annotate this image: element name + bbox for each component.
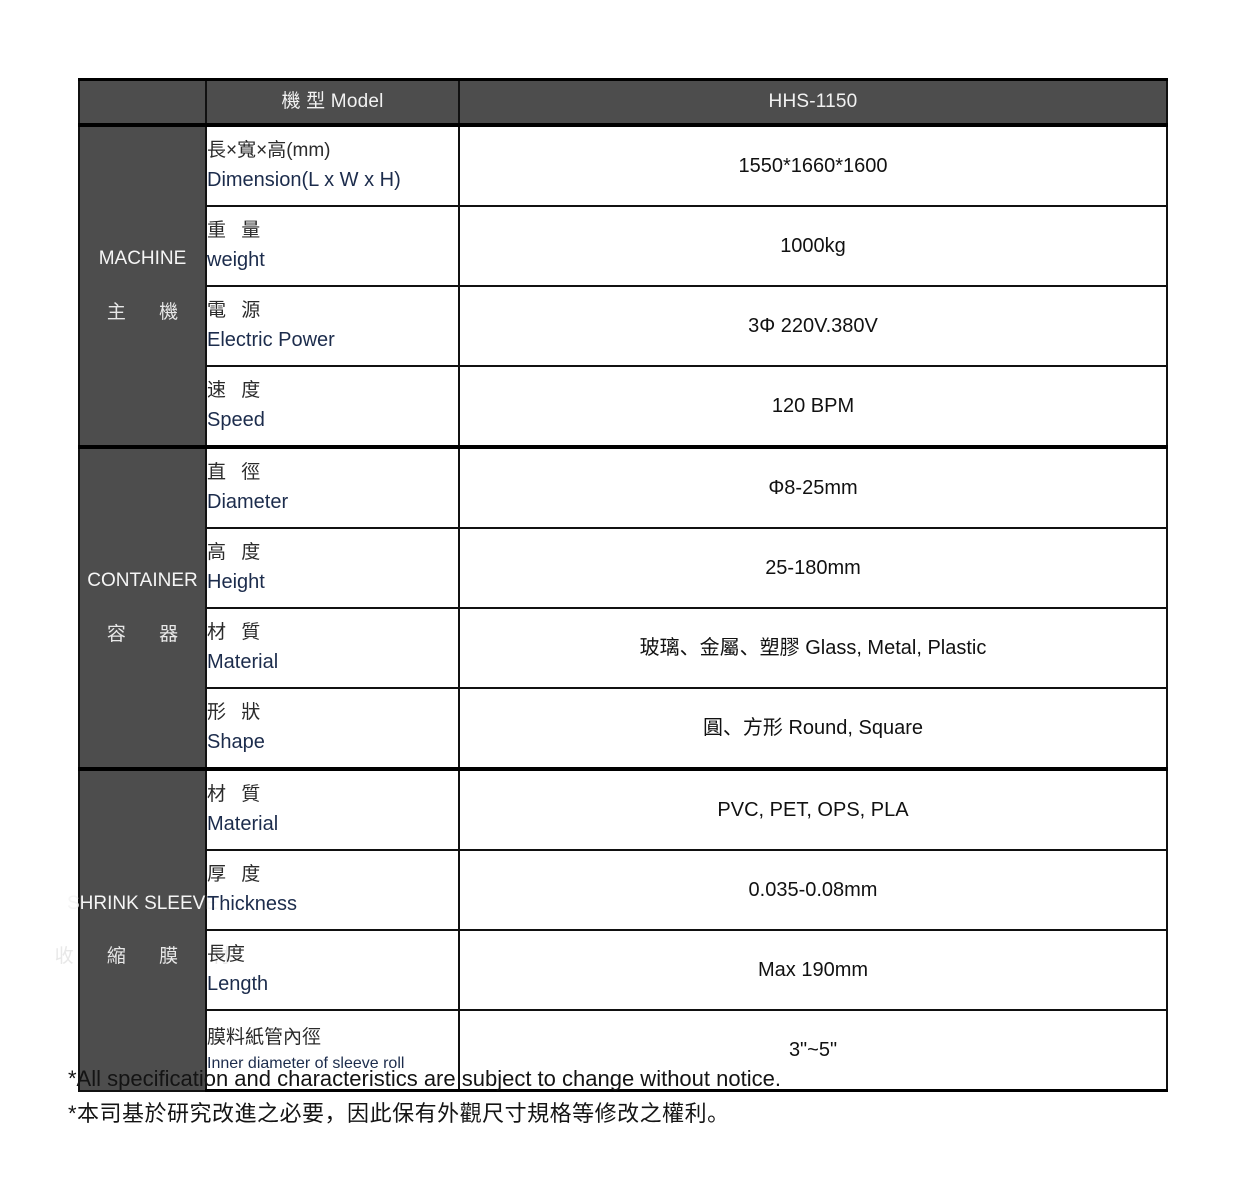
spec-value-cell: 1550*1660*1600 [458,123,1168,207]
spec-value-cell: Max 190mm [458,929,1168,1011]
group-label-zh: 容 器 [106,624,193,645]
group-label-en: CONTAINER [87,570,198,592]
spec-value-cell: 0.035-0.08mm [458,849,1168,931]
spec-name-en: weight [207,249,265,272]
table-row: 形 狀 Shape 圓、方形 Round, Square [79,687,1168,770]
spec-value-cell: PVC, PET, OPS, PLA [458,767,1168,851]
spec-name-cell: 厚 度 Thickness [205,849,460,931]
spec-name-en: Shape [207,731,265,754]
specification-sheet: 機 型 Model HHS-1150 MACHINE 主 機 長×寬×高(mm)… [0,0,1241,1203]
table-row: 速 度 Speed 120 BPM [79,365,1168,448]
spec-name-cell: 高 度 Height [205,527,460,609]
spec-name-en: Thickness [207,893,298,916]
spec-value-cell: 1000kg [458,205,1168,287]
footnote-chinese: *本司基於研究改進之必要，因此保有外觀尺寸規格等修改之權利。 [68,1101,730,1127]
table-row: 長度 Length Max 190mm [79,929,1168,1011]
spec-name-en: Dimension(L x W x H) [207,169,401,192]
spec-name-cell: 重 量 weight [205,205,460,287]
table-row: 重 量 weight 1000kg [79,205,1168,287]
spec-value: 玻璃、金屬、塑膠 Glass, Metal, Plastic [639,637,987,659]
table-row: CONTAINER 容 器 直 徑 Diameter Φ8-25mm [78,445,1168,770]
spec-name-zh: 長×寬×高(mm) [207,139,331,161]
header-model-value-cell: HHS-1150 [458,78,1168,126]
spec-value: 25-180mm [765,557,861,579]
spec-name-zh: 電 源 [207,299,266,321]
footnote-english: *All specification and characteristics a… [68,1066,781,1091]
table-row: 材 質 Material 玻璃、金屬、塑膠 Glass, Metal, Plas… [79,607,1168,689]
spec-name-zh: 材 質 [207,783,266,805]
spec-name-cell: 直 徑 Diameter [205,445,460,529]
spec-value: Max 190mm [757,959,869,981]
spec-value-cell: Φ8-25mm [458,445,1168,529]
spec-name-cell: 材 質 Material [205,767,460,851]
spec-name-en: Material [207,813,279,836]
header-model-label: 機 型 Model [281,90,384,112]
spec-name-zh: 高 度 [207,541,266,563]
group-label-shrink-sleeve: SHRINK SLEEVE 收 縮 膜 材 [55,767,230,1092]
spec-name-zh: 形 狀 [207,701,266,723]
header-model-value: HHS-1150 [768,90,858,112]
spec-name-zh: 膜料紙管內徑 [207,1026,322,1048]
table-row: 電 源 Electric Power 3Φ 220V.380V [79,285,1168,367]
spec-value: 3"~5" [788,1039,838,1061]
spec-name-zh: 材 質 [207,621,266,643]
spec-name-cell: 長×寬×高(mm) Dimension(L x W x H) [205,123,460,207]
spec-name-en: Height [207,571,265,594]
table-row: 高 度 Height 25-180mm [79,527,1168,609]
spec-name-cell: 長度 Length [205,929,460,1011]
footnotes: *All specification and characteristics a… [68,1062,1168,1132]
group-label-zh: 主 機 [106,302,193,323]
spec-name-zh: 長度 [207,943,246,965]
table-header-row: 機 型 Model HHS-1150 [78,78,1168,126]
table-row: MACHINE 主 機 長×寬×高(mm) Dimension(L x W x … [78,123,1168,448]
header-corner-cell [78,78,207,126]
spec-value-cell: 25-180mm [458,527,1168,609]
header-model-label-cell: 機 型 Model [205,78,460,126]
spec-name-zh: 重 量 [207,219,266,241]
spec-name-en: Diameter [207,491,289,514]
spec-name-en: Electric Power [207,329,335,352]
group-label-en: MACHINE [98,248,187,270]
spec-value: Φ8-25mm [768,477,858,499]
spec-name-en: Length [207,973,269,996]
spec-name-zh: 厚 度 [207,863,266,885]
spec-value-cell: 玻璃、金屬、塑膠 Glass, Metal, Plastic [458,607,1168,689]
spec-value: 1000kg [780,235,846,257]
table-row: 厚 度 Thickness 0.035-0.08mm [79,849,1168,931]
spec-name-cell: 速 度 Speed [205,365,460,448]
spec-name-cell: 材 質 Material [205,607,460,689]
group-label-container: CONTAINER 容 器 [78,445,207,770]
spec-value: PVC, PET, OPS, PLA [717,799,909,821]
spec-value: 0.035-0.08mm [748,879,878,901]
spec-name-cell: 形 狀 Shape [205,687,460,770]
spec-value: 圓、方形 Round, Square [702,717,924,739]
spec-value: 1550*1660*1600 [738,155,888,177]
spec-value-cell: 120 BPM [458,365,1168,448]
spec-name-cell: 電 源 Electric Power [205,285,460,367]
spec-value-cell: 圓、方形 Round, Square [458,687,1168,770]
spec-value-cell: 3Φ 220V.380V [458,285,1168,367]
spec-value: 3Φ 220V.380V [748,315,878,337]
spec-name-zh: 速 度 [207,379,266,401]
specification-table: 機 型 Model HHS-1150 MACHINE 主 機 長×寬×高(mm)… [55,78,1168,1092]
spec-name-zh: 直 徑 [207,461,266,483]
group-label-en: SHRINK SLEEVE [67,892,218,914]
spec-value: 120 BPM [771,395,855,417]
group-label-machine: MACHINE 主 機 [78,123,207,448]
spec-name-en: Material [207,651,279,674]
table-row: SHRINK SLEEVE 收 縮 膜 材 材 質 Material PVC, … [55,767,1168,1092]
spec-name-en: Speed [207,409,265,432]
